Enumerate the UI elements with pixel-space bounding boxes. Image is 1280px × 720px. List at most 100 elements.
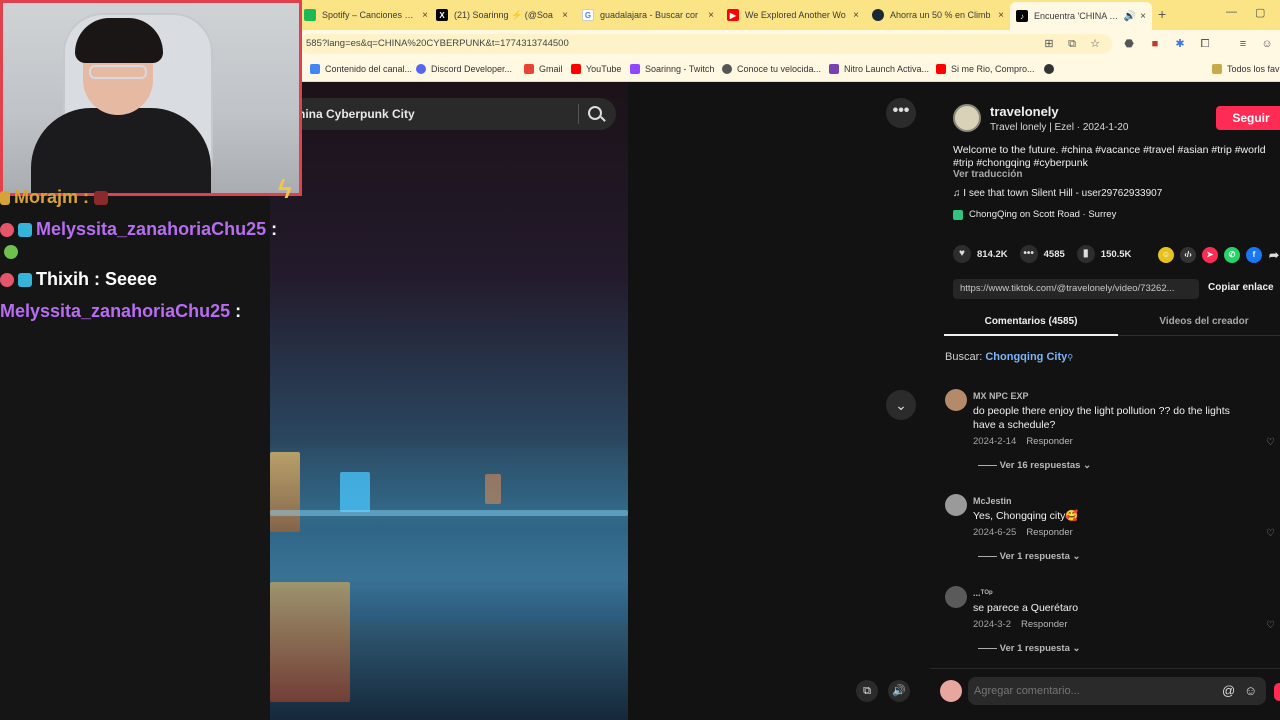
bookmark-item[interactable]: Si me Rio, Compro...: [936, 64, 1035, 74]
share-friends-icon[interactable]: ☺: [1158, 247, 1174, 263]
url-field[interactable]: 585?lang=es&q=CHINA%20CYBERPUNK&t=177431…: [300, 34, 1112, 54]
video-search-bar[interactable]: hina Cyberpunk City: [290, 98, 616, 130]
webcam-overlay: [0, 0, 302, 196]
follow-button[interactable]: Seguir: [1216, 106, 1280, 130]
chat-message: Thixih : Seeee: [0, 269, 157, 290]
close-icon[interactable]: ×: [562, 10, 568, 21]
comment-icon: •••: [1019, 245, 1038, 263]
commenter-username[interactable]: MX NPC EXP: [973, 391, 1029, 401]
bookmark-item[interactable]: Nitro Launch Activa...: [829, 64, 929, 74]
bookmark-item[interactable]: YouTube: [571, 64, 621, 74]
divider: [578, 104, 579, 124]
save-button[interactable]: ▮ 150.5K: [1076, 245, 1131, 263]
extension-icon[interactable]: ■: [1148, 37, 1162, 51]
browser-tab-tiktok-active[interactable]: ♪ Encuentra 'CHINA CY 🔊 ×: [1010, 2, 1152, 30]
reply-button[interactable]: Responder: [1026, 436, 1072, 447]
close-icon[interactable]: ×: [422, 10, 428, 21]
commenter-avatar[interactable]: [945, 389, 967, 411]
bookmark-item[interactable]: Discord Developer...: [416, 64, 512, 74]
heart-icon[interactable]: ♡: [1266, 437, 1275, 448]
volume-button[interactable]: 🔊: [888, 680, 910, 702]
heart-icon[interactable]: ♡: [1266, 620, 1275, 631]
globe-bookmark[interactable]: [1044, 64, 1059, 74]
facebook-icon[interactable]: f: [1246, 247, 1262, 263]
youtube-icon: [571, 64, 581, 74]
share-arrow-icon[interactable]: ➦: [1266, 247, 1280, 263]
close-icon[interactable]: ×: [1140, 11, 1146, 22]
commenter-avatar[interactable]: [945, 494, 967, 516]
tab-creator-videos[interactable]: Videos del creador: [1134, 310, 1274, 336]
send-icon[interactable]: ➤: [1202, 247, 1218, 263]
youtube-icon: [936, 64, 946, 74]
reply-button[interactable]: Responder: [1021, 619, 1067, 630]
comment-meta: 2024-6-25 Responder: [973, 527, 1073, 538]
reply-button[interactable]: Responder: [1026, 527, 1072, 538]
all-bookmarks[interactable]: Todos los fav: [1212, 64, 1280, 74]
speaker-icon[interactable]: 🔊: [1124, 11, 1136, 22]
commenter-username[interactable]: ...ᵀᴼᵖ: [973, 588, 993, 598]
picture-in-picture-button[interactable]: ⧉: [856, 680, 878, 702]
heart-icon: ♥: [953, 245, 971, 263]
tab-comments[interactable]: Comentarios (4585): [944, 310, 1118, 336]
more-options-button[interactable]: •••: [886, 98, 916, 128]
commenter-username[interactable]: McJestin: [973, 496, 1012, 506]
media-control-icon[interactable]: ≡: [1236, 37, 1250, 51]
profile-icon[interactable]: ☺: [1260, 37, 1274, 51]
browser-tab-steam[interactable]: Ahorra un 50 % en Climb ×: [872, 4, 1004, 26]
heart-icon[interactable]: ♡: [1266, 528, 1275, 539]
browser-tab-youtube[interactable]: ▶ We Explored Another Wo ×: [727, 4, 859, 26]
related-search[interactable]: Buscar: Chongqing City⚲: [945, 351, 1073, 363]
view-replies-button[interactable]: —— Ver 1 respuesta ⌄: [978, 551, 1080, 562]
minimize-button[interactable]: —: [1226, 6, 1237, 18]
emoji-icon[interactable]: ☺: [1244, 683, 1257, 698]
commenter-avatar[interactable]: [945, 586, 967, 608]
video-player[interactable]: [270, 82, 628, 720]
music-link[interactable]: ♫ I see that town Silent Hill - user2976…: [953, 188, 1162, 199]
maximize-button[interactable]: ▢: [1255, 6, 1265, 19]
extension-icon[interactable]: ✱: [1173, 37, 1187, 51]
puzzle-icon[interactable]: ⧠: [1198, 37, 1212, 51]
embed-icon[interactable]: ‹/›: [1180, 247, 1196, 263]
comment-button[interactable]: ••• 4585: [1019, 245, 1065, 263]
post-button[interactable]: [1274, 683, 1280, 701]
bookmark-star-icon[interactable]: ☆: [1088, 37, 1102, 51]
translate-link[interactable]: Ver traducción: [953, 169, 1022, 180]
building-light: [270, 452, 300, 532]
whatsapp-icon[interactable]: ✆: [1224, 247, 1240, 263]
new-tab-button[interactable]: +: [1158, 6, 1166, 22]
extension-icon[interactable]: ⬣: [1122, 37, 1136, 51]
panel-tabs: Comentarios (4585) Videos del creador: [944, 310, 1280, 336]
comment-text: se parece a Querétaro: [973, 602, 1079, 614]
author-username[interactable]: travelonely: [990, 104, 1059, 119]
video-link-field[interactable]: https://www.tiktok.com/@travelonely/vide…: [953, 279, 1199, 299]
location-link[interactable]: ChongQing on Scott Road · Surrey: [953, 209, 1116, 220]
bookmark-item[interactable]: Gmail: [524, 64, 563, 74]
mention-icon[interactable]: @: [1222, 683, 1235, 698]
streamer-hair: [75, 18, 163, 63]
cast-icon[interactable]: ⧉: [1065, 37, 1079, 51]
search-icon[interactable]: [588, 106, 602, 120]
like-button[interactable]: ♥ 814.2K: [953, 245, 1008, 263]
bookmark-item[interactable]: Contenido del canal...: [310, 64, 412, 74]
next-video-button[interactable]: ⌄: [886, 390, 916, 420]
bookmark-icon: ▮: [1076, 245, 1095, 263]
twitch-icon: [630, 64, 640, 74]
close-icon[interactable]: ×: [998, 10, 1004, 21]
author-avatar[interactable]: [953, 104, 981, 132]
close-icon[interactable]: ×: [853, 10, 859, 21]
copy-link-button[interactable]: Copiar enlace: [1208, 282, 1274, 293]
chat-message: Morajm :: [0, 187, 112, 208]
close-icon[interactable]: ×: [708, 10, 714, 21]
browser-tab-google[interactable]: G guadalajara - Buscar cor ×: [582, 4, 714, 26]
speedtest-icon: [722, 64, 732, 74]
browser-tab-spotify[interactable]: Spotify – Canciones que s ×: [304, 4, 428, 26]
bookmark-item[interactable]: Conoce tu velocida...: [722, 64, 821, 74]
screen: Spotify – Canciones que s × X (21) Soari…: [0, 0, 1280, 720]
translate-icon[interactable]: ⊞: [1042, 37, 1056, 51]
view-replies-button[interactable]: —— Ver 16 respuestas ⌄: [978, 460, 1091, 471]
video-description: Welcome to the future. #china #vacance #…: [953, 144, 1266, 169]
view-replies-button[interactable]: —— Ver 1 respuesta ⌄: [978, 643, 1080, 654]
building-light: [485, 474, 501, 504]
browser-tab-x[interactable]: X (21) Soarinng ⚡ (@Soa ×: [436, 4, 568, 26]
bookmark-item[interactable]: Soarinng - Twitch: [630, 64, 714, 74]
